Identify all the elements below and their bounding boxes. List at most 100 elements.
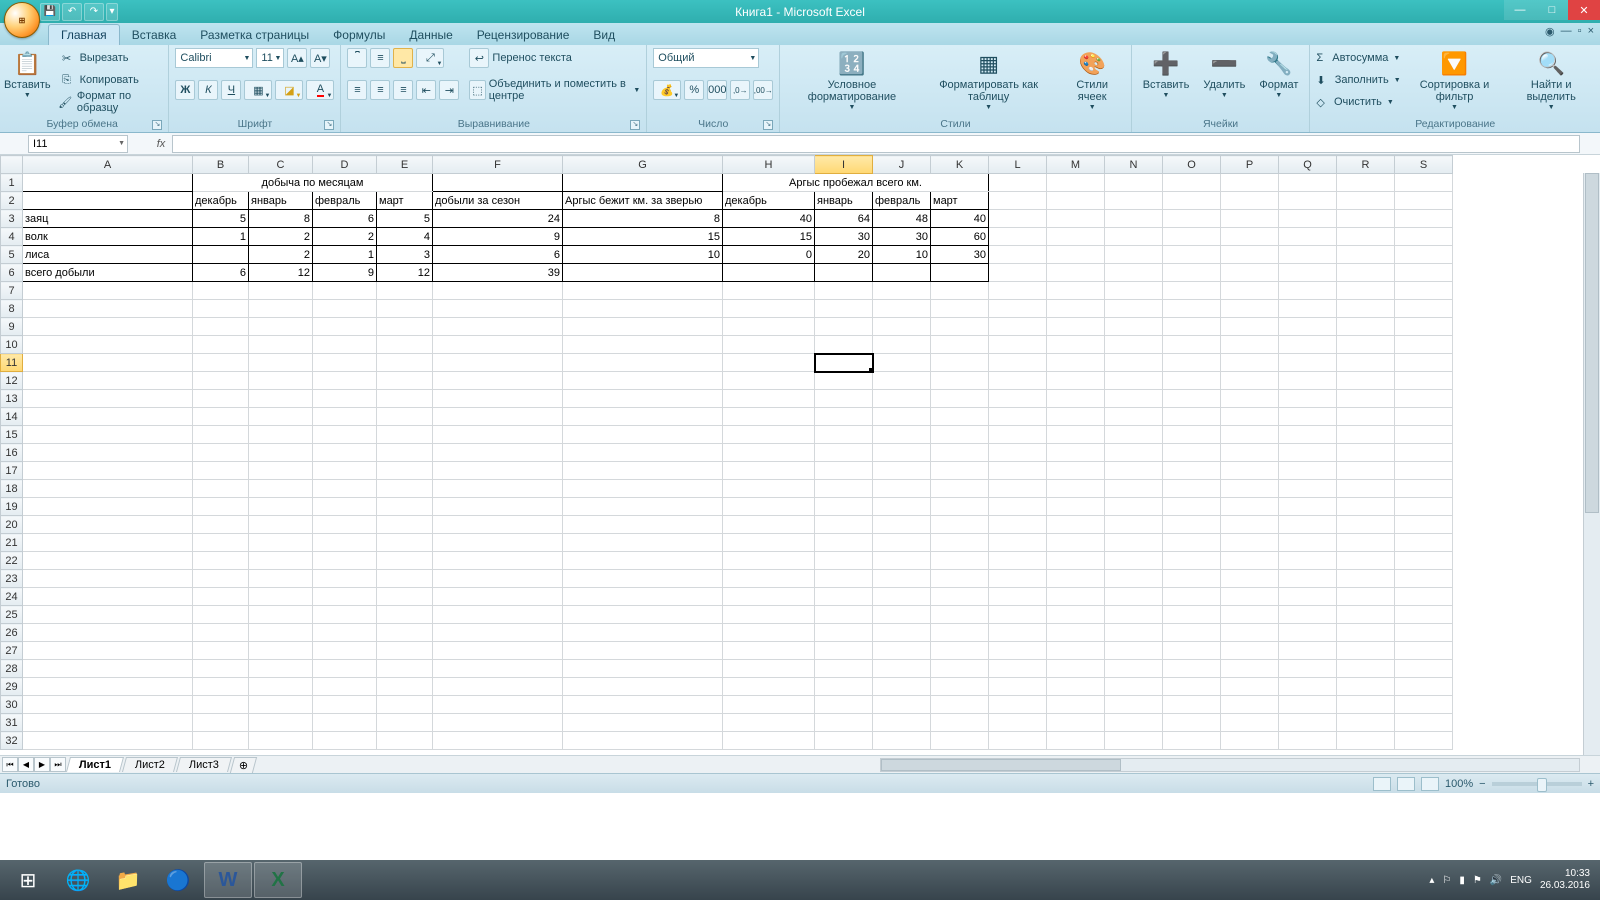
cell-J14[interactable] <box>873 408 931 426</box>
format-cells-button[interactable]: 🔧Формат▼ <box>1254 48 1303 102</box>
cell-N18[interactable] <box>1105 480 1163 498</box>
cell-B15[interactable] <box>193 426 249 444</box>
cell-Q15[interactable] <box>1279 426 1337 444</box>
cell-R23[interactable] <box>1337 570 1395 588</box>
cell-F1[interactable] <box>433 174 563 192</box>
cell-G31[interactable] <box>563 714 723 732</box>
conditional-formatting-button[interactable]: 🔢Условное форматирование▼ <box>786 48 917 114</box>
cell-Q21[interactable] <box>1279 534 1337 552</box>
cell-H15[interactable] <box>723 426 815 444</box>
cell-R12[interactable] <box>1337 372 1395 390</box>
cell-S19[interactable] <box>1395 498 1453 516</box>
paste-button[interactable]: 📋 Вставить ▼ <box>2 48 53 102</box>
cell-N10[interactable] <box>1105 336 1163 354</box>
cell-J8[interactable] <box>873 300 931 318</box>
cell-P32[interactable] <box>1221 732 1279 750</box>
qat-save[interactable]: 💾 <box>40 3 60 21</box>
cell-Q17[interactable] <box>1279 462 1337 480</box>
row-header-10[interactable]: 10 <box>1 336 23 354</box>
cell-A1[interactable] <box>23 174 193 192</box>
cell-A3[interactable]: заяц <box>23 210 193 228</box>
cell-I3[interactable]: 64 <box>815 210 873 228</box>
cell-F29[interactable] <box>433 678 563 696</box>
cell-O10[interactable] <box>1163 336 1221 354</box>
cell-F32[interactable] <box>433 732 563 750</box>
col-header-I[interactable]: I <box>815 156 873 174</box>
cell-G20[interactable] <box>563 516 723 534</box>
cell-C6[interactable]: 12 <box>249 264 313 282</box>
cell-N2[interactable] <box>1105 192 1163 210</box>
font-color-button[interactable]: А▼ <box>306 80 334 100</box>
cell-F18[interactable] <box>433 480 563 498</box>
cell-G2[interactable]: Аргыс бежит км. за зверью <box>563 192 723 210</box>
cell-I12[interactable] <box>815 372 873 390</box>
cell-C16[interactable] <box>249 444 313 462</box>
cell-C18[interactable] <box>249 480 313 498</box>
cell-K18[interactable] <box>931 480 989 498</box>
cell-P12[interactable] <box>1221 372 1279 390</box>
cell-J17[interactable] <box>873 462 931 480</box>
cell-R26[interactable] <box>1337 624 1395 642</box>
cell-S15[interactable] <box>1395 426 1453 444</box>
cell-P10[interactable] <box>1221 336 1279 354</box>
cell-G17[interactable] <box>563 462 723 480</box>
cell-A15[interactable] <box>23 426 193 444</box>
cell-O9[interactable] <box>1163 318 1221 336</box>
cell-L21[interactable] <box>989 534 1047 552</box>
cell-C5[interactable]: 2 <box>249 246 313 264</box>
cell-Q4[interactable] <box>1279 228 1337 246</box>
row-header-4[interactable]: 4 <box>1 228 23 246</box>
format-painter-button[interactable]: 🖌Формат по образцу <box>57 92 163 112</box>
cell-J4[interactable]: 30 <box>873 228 931 246</box>
scrollbar-thumb[interactable] <box>1585 173 1599 513</box>
cell-P18[interactable] <box>1221 480 1279 498</box>
cell-C24[interactable] <box>249 588 313 606</box>
row-header-8[interactable]: 8 <box>1 300 23 318</box>
cell-N11[interactable] <box>1105 354 1163 372</box>
cell-H1[interactable]: Аргыс пробежал всего км. <box>723 174 989 192</box>
cell-R24[interactable] <box>1337 588 1395 606</box>
cell-G14[interactable] <box>563 408 723 426</box>
cell-R21[interactable] <box>1337 534 1395 552</box>
office-button[interactable]: ⊞ <box>4 2 40 38</box>
cell-C25[interactable] <box>249 606 313 624</box>
cell-C17[interactable] <box>249 462 313 480</box>
row-header-11[interactable]: 11 <box>1 354 23 372</box>
cell-D29[interactable] <box>313 678 377 696</box>
cell-Q32[interactable] <box>1279 732 1337 750</box>
scrollbar-thumb[interactable] <box>881 759 1121 771</box>
row-header-7[interactable]: 7 <box>1 282 23 300</box>
col-header-R[interactable]: R <box>1337 156 1395 174</box>
cell-D9[interactable] <box>313 318 377 336</box>
cell-S26[interactable] <box>1395 624 1453 642</box>
cell-F12[interactable] <box>433 372 563 390</box>
cell-Q16[interactable] <box>1279 444 1337 462</box>
merge-center-button[interactable]: ⬚Объединить и поместить в центре▼ <box>469 80 640 100</box>
cell-D23[interactable] <box>313 570 377 588</box>
cell-K4[interactable]: 60 <box>931 228 989 246</box>
cell-B22[interactable] <box>193 552 249 570</box>
col-header-C[interactable]: C <box>249 156 313 174</box>
cell-O6[interactable] <box>1163 264 1221 282</box>
cell-Q19[interactable] <box>1279 498 1337 516</box>
cell-J19[interactable] <box>873 498 931 516</box>
cell-A12[interactable] <box>23 372 193 390</box>
cell-P30[interactable] <box>1221 696 1279 714</box>
cell-J25[interactable] <box>873 606 931 624</box>
cell-S14[interactable] <box>1395 408 1453 426</box>
cell-L4[interactable] <box>989 228 1047 246</box>
cell-G4[interactable]: 15 <box>563 228 723 246</box>
cell-G9[interactable] <box>563 318 723 336</box>
cell-L8[interactable] <box>989 300 1047 318</box>
cell-D24[interactable] <box>313 588 377 606</box>
cell-G19[interactable] <box>563 498 723 516</box>
cell-B11[interactable] <box>193 354 249 372</box>
tray-clock[interactable]: 10:33 26.03.2016 <box>1540 868 1590 892</box>
row-header-17[interactable]: 17 <box>1 462 23 480</box>
find-select-button[interactable]: 🔍Найти и выделить▼ <box>1508 48 1594 114</box>
cell-L27[interactable] <box>989 642 1047 660</box>
tab-formulas[interactable]: Формулы <box>321 25 397 45</box>
cell-L25[interactable] <box>989 606 1047 624</box>
cell-D5[interactable]: 1 <box>313 246 377 264</box>
cell-Q23[interactable] <box>1279 570 1337 588</box>
